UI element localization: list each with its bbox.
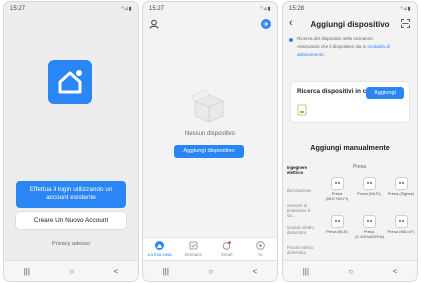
status-icons: ⁰⊿▮ bbox=[260, 6, 271, 12]
scan-qr-icon[interactable] bbox=[401, 19, 410, 28]
nav-home-button[interactable]: ○ bbox=[69, 267, 74, 276]
device-tile[interactable]: Presa (BLE) bbox=[323, 216, 351, 234]
notice-line-1: Ricerca dei dispositivi nelle vicinanze. bbox=[297, 36, 374, 41]
status-time: 15:28 bbox=[289, 6, 305, 12]
notice-line-3[interactable]: abbinamento. bbox=[289, 51, 411, 59]
add-device-button[interactable]: Aggiungi dispositivo bbox=[174, 145, 244, 158]
status-icons: ⁰⊿▮ bbox=[400, 6, 411, 12]
socket-icon bbox=[395, 178, 407, 189]
device-label: Presa (BLE) bbox=[326, 229, 348, 234]
empty-box-icon bbox=[191, 89, 224, 123]
device-label: Presa (Wi-Fi) bbox=[357, 191, 381, 196]
nav-home-button[interactable]: ○ bbox=[348, 267, 353, 276]
system-nav-bar: ||| ○ < bbox=[143, 260, 277, 281]
socket-icon bbox=[331, 178, 343, 189]
device-tile[interactable]: Presa (NB-IoT) bbox=[387, 216, 415, 234]
category-item[interactable]: Illuminazione bbox=[287, 180, 319, 200]
category-item[interactable]: Piccolo elettro domestico bbox=[287, 240, 319, 260]
nav-recent-button[interactable]: ||| bbox=[163, 267, 169, 276]
status-icons: ⁰⊿▮ bbox=[121, 6, 132, 12]
device-label: Presa (NB-IoT) bbox=[387, 229, 415, 234]
page-title: Aggiungi dispositivo bbox=[310, 19, 390, 29]
add-device-screen: 15:28 ⁰⊿▮ ‹ Aggiungi dispositivo Ricerca… bbox=[283, 2, 417, 281]
nav-back-button[interactable]: < bbox=[393, 267, 398, 276]
tab-scenario[interactable]: Scenario bbox=[178, 241, 208, 257]
add-icon[interactable] bbox=[261, 19, 271, 29]
login-existing-account-button[interactable]: Effettua il login utilizzando un account… bbox=[16, 181, 126, 208]
nav-home-button[interactable]: ○ bbox=[208, 267, 213, 276]
nearby-search-card: Ricerca dispositivi in c... Aggiungi bbox=[291, 82, 409, 122]
tab-home[interactable]: La mia casa bbox=[145, 241, 175, 257]
search-card-title: Ricerca dispositivi in c... bbox=[297, 88, 372, 95]
socket-icon bbox=[395, 216, 407, 227]
app-logo-icon bbox=[48, 60, 92, 104]
socket-icon bbox=[363, 216, 375, 227]
smart-icon bbox=[222, 241, 232, 250]
category-item[interactable]: Grande elettro domestico bbox=[287, 220, 319, 240]
login-screen: 15:27 ⁰⊿▮ Effettua il login utilizzando … bbox=[4, 2, 138, 281]
device-tile[interactable]: Presa (2.4GHz&5GHz) bbox=[355, 216, 385, 239]
nav-recent-button[interactable]: ||| bbox=[24, 267, 30, 276]
pairing-mode-link[interactable]: modalità di bbox=[367, 44, 389, 49]
system-nav-bar: ||| ○ < bbox=[4, 260, 138, 281]
device-tile[interactable]: Presa (Wi-Fi) bbox=[355, 178, 383, 196]
system-nav-bar: ||| ○ < bbox=[283, 260, 417, 281]
group-label: Presa bbox=[353, 164, 367, 170]
tab-label: La mia casa bbox=[147, 252, 172, 257]
tab-smart[interactable]: Smart bbox=[212, 241, 242, 257]
socket-icon bbox=[363, 178, 375, 189]
home-screen: 15:27 ⁰⊿▮ Nessun dispositivo Aggiungi di… bbox=[143, 2, 277, 281]
manual-add-title: Aggiungi manualmente bbox=[310, 143, 390, 152]
device-icon bbox=[297, 104, 307, 116]
tab-label: Smart bbox=[220, 252, 233, 257]
device-tile[interactable]: Presa (BLE+Wi-Fi) bbox=[323, 178, 351, 201]
home-icon bbox=[155, 241, 165, 250]
privacy-link[interactable]: Privacy adesso bbox=[4, 241, 138, 247]
home-header bbox=[143, 16, 277, 32]
nav-recent-button[interactable]: ||| bbox=[303, 267, 309, 276]
device-label: Presa (BLE+Wi-Fi) bbox=[326, 191, 348, 201]
search-notice: Ricerca dei dispositivi nelle vicinanze.… bbox=[289, 35, 411, 59]
add-found-device-button[interactable]: Aggiungi bbox=[366, 87, 404, 99]
empty-state-text: Nessun dispositivo bbox=[184, 131, 236, 137]
socket-icon bbox=[331, 216, 343, 227]
tab-profile[interactable]: Io bbox=[245, 241, 275, 257]
status-bar: 15:27 ⁰⊿▮ bbox=[4, 2, 138, 16]
status-bar: 15:28 ⁰⊿▮ bbox=[283, 2, 417, 16]
status-bar: 15:27 ⁰⊿▮ bbox=[143, 2, 277, 16]
tab-label: Scenario bbox=[184, 252, 202, 257]
category-item[interactable]: Ingegnere elettrico bbox=[287, 160, 319, 180]
device-tile[interactable]: Presa (Zigbee) bbox=[387, 178, 415, 196]
device-label: Presa (Zigbee) bbox=[387, 191, 415, 196]
scenario-icon bbox=[189, 241, 198, 250]
nav-back-button[interactable]: < bbox=[253, 267, 258, 276]
tab-label: Io bbox=[258, 252, 263, 257]
create-account-button[interactable]: Creare Un Nuovo Account bbox=[16, 212, 126, 229]
nav-back-button[interactable]: < bbox=[114, 267, 119, 276]
category-item[interactable]: Sensore di protezione d sic... bbox=[287, 200, 319, 220]
status-time: 15:27 bbox=[10, 6, 26, 12]
device-label: Presa (2.4GHz&5GHz) bbox=[355, 229, 385, 239]
notice-line-2: Assicurarsi che il dispositivo sia in bbox=[297, 44, 367, 49]
bottom-tab-bar: La mia casa Scenario Smart Io bbox=[143, 237, 277, 261]
status-time: 15:27 bbox=[149, 6, 165, 12]
category-list: Ingegnere elettrico Illuminazione Sensor… bbox=[287, 160, 319, 260]
profile-icon bbox=[256, 241, 265, 250]
user-icon[interactable] bbox=[149, 19, 159, 29]
